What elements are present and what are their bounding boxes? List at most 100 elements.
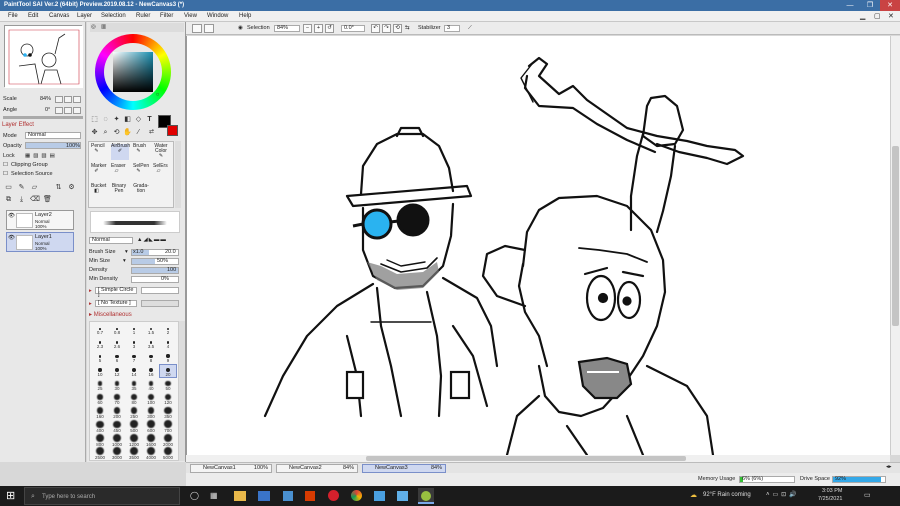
layer-row-layer1[interactable]: 👁 Layer1 Normal 100% <box>6 232 74 252</box>
brush-size-cell[interactable]: 30 <box>109 378 125 391</box>
hscroll-thumb[interactable] <box>366 456 686 461</box>
brush-grid-scrollbar[interactable] <box>175 141 181 208</box>
brush-size-cell[interactable]: 1.5 <box>143 324 159 336</box>
layer-move-icon[interactable]: ⇅ <box>54 183 63 192</box>
menu-window[interactable]: Window <box>207 12 228 21</box>
secondary-color-swatch[interactable] <box>167 125 178 136</box>
opera-icon[interactable] <box>328 490 339 501</box>
brush-size-cell[interactable]: 3500 <box>126 446 142 460</box>
shape-icon[interactable]: ◇ <box>134 115 143 124</box>
new-folder-icon[interactable]: ▱ <box>30 183 39 192</box>
brush-shape-select[interactable]: [ Simple Circle ] <box>95 287 137 298</box>
brush-size-cell[interactable]: 200 <box>109 406 125 419</box>
brush-pencil[interactable]: Pencil ✎ <box>91 144 105 160</box>
swap-colors-icon[interactable]: ⇄ <box>147 128 156 137</box>
miscellaneous-header[interactable]: ▸ Miscellaneous <box>89 312 132 319</box>
brush-size-cell[interactable]: 20 <box>159 363 177 378</box>
calculator-icon[interactable] <box>374 491 385 501</box>
selection-source-checkbox[interactable]: ☐ <box>3 171 8 178</box>
brush-size-cell[interactable]: 25 <box>92 378 108 391</box>
brush-size-cell[interactable]: 300 <box>143 406 159 419</box>
menu-help[interactable]: Help <box>239 12 251 21</box>
rect-select-icon[interactable]: ⬚ <box>90 115 99 124</box>
zoom-tool-icon[interactable]: ⌕ <box>101 128 110 137</box>
store-icon[interactable] <box>258 491 270 501</box>
rotate-ccw-button[interactable]: ↶ <box>371 24 380 33</box>
brush-size-cell[interactable]: 400 <box>92 419 108 433</box>
scale-down-button[interactable] <box>55 96 63 103</box>
brush-size-cell[interactable]: 16 <box>143 365 159 377</box>
brush-size-cell[interactable]: 2 <box>160 324 176 336</box>
deselect-button[interactable] <box>192 24 202 33</box>
magic-wand-icon[interactable]: ✦ <box>112 115 121 124</box>
text-tool-icon[interactable]: T <box>145 115 154 124</box>
lock-icons[interactable]: ▦▨▧▤ <box>25 153 58 160</box>
navigator-slider[interactable] <box>3 116 83 119</box>
sai-taskbar-icon[interactable] <box>418 488 434 504</box>
brush-texture-strength[interactable] <box>141 300 179 307</box>
brush-size-cell[interactable]: 700 <box>160 419 176 433</box>
file-explorer-icon[interactable] <box>234 491 246 501</box>
zoom-in-button[interactable]: + <box>314 24 323 33</box>
visibility-eye-icon[interactable]: 👁 <box>8 213 15 220</box>
clear-layer-icon[interactable]: ⌫ <box>30 195 40 204</box>
brush-brush[interactable]: Brush ✎ <box>133 144 146 160</box>
menu-file[interactable]: File <box>8 12 18 21</box>
brush-eraser[interactable]: Eraser ▱ <box>111 164 126 180</box>
min-size-dropdown-icon[interactable]: ▾ <box>123 258 126 265</box>
brush-size-cell[interactable]: 40 <box>143 378 159 391</box>
hand-tool-icon[interactable]: ✋ <box>123 128 132 137</box>
chrome-icon[interactable] <box>351 490 362 501</box>
task-view-icon[interactable]: ◯ <box>190 492 199 500</box>
flip-icon[interactable]: ⇆ <box>405 25 410 32</box>
angle-field[interactable]: 0.0° <box>341 25 365 32</box>
new-linework-icon[interactable]: ✎ <box>17 183 26 192</box>
brush-size-cell[interactable]: 6 <box>109 351 125 363</box>
brush-size-dropdown-icon[interactable]: ▾ <box>125 249 128 256</box>
brush-size-cell[interactable]: 2.6 <box>109 338 125 350</box>
tabs-scroll-arrows[interactable]: ◂▸ <box>886 464 892 471</box>
tab-newcanvas2[interactable]: NewCanvas2 84% <box>276 464 358 473</box>
task-view-grid-icon[interactable]: ▦ <box>210 492 218 500</box>
canvas-horizontal-scrollbar[interactable] <box>186 455 890 462</box>
mail-icon[interactable] <box>283 491 293 501</box>
angle-reset-button[interactable] <box>73 107 81 114</box>
brush-binary-pen[interactable]: Binary Pen <box>111 184 127 200</box>
brush-size-cell[interactable]: 70 <box>109 392 125 405</box>
navigator-preview[interactable] <box>4 25 83 88</box>
brush-shape-icons[interactable]: ▲◢◣▬▬ <box>137 237 167 244</box>
brush-size-cell[interactable]: 60 <box>92 392 108 405</box>
brush-size-cell[interactable]: 0.8 <box>109 324 125 336</box>
menu-view[interactable]: View <box>184 12 197 21</box>
brush-size-cell[interactable]: 3000 <box>109 446 125 460</box>
brush-size-cell[interactable]: 100 <box>143 392 159 405</box>
angle-up-button[interactable] <box>64 107 72 114</box>
color-picker-marker-icon[interactable]: ○ <box>153 91 162 100</box>
texture-expand-icon[interactable]: ▸ <box>89 301 92 308</box>
menu-edit[interactable]: Edit <box>28 12 38 21</box>
min-density-bar[interactable] <box>131 276 179 283</box>
visibility-eye-icon[interactable]: 👁 <box>8 235 15 242</box>
doc-restore-icon[interactable]: ▢ <box>874 12 881 21</box>
layer-settings-icon[interactable]: ⚙ <box>67 183 76 192</box>
fill-icon[interactable]: ◧ <box>123 115 132 124</box>
brush-size-cell[interactable]: 1600 <box>143 433 159 447</box>
new-layer-icon[interactable]: ▭ <box>4 183 13 192</box>
brush-size-cell[interactable]: 4 <box>160 338 176 350</box>
brush-size-cell[interactable]: 12 <box>109 365 125 377</box>
brush-size-cell[interactable]: 3.5 <box>143 338 159 350</box>
brush-size-cell[interactable]: 50 <box>160 378 176 391</box>
delete-layer-icon[interactable]: 🗑 <box>43 195 52 204</box>
brush-size-cell[interactable]: 120 <box>160 392 176 405</box>
pen-app-icon[interactable] <box>397 491 408 501</box>
saturation-value-square[interactable] <box>113 52 153 92</box>
brush-size-cell[interactable]: 1 <box>126 324 142 336</box>
brush-watercolor[interactable]: Water Color ✎ <box>153 144 169 160</box>
brush-size-cell[interactable]: 5000 <box>160 446 176 460</box>
lasso-icon[interactable]: ◌ <box>101 115 110 124</box>
color-sliders-mode-icon[interactable]: ▥ <box>101 24 106 31</box>
brush-size-cell[interactable]: 4000 <box>143 446 159 460</box>
scale-up-button[interactable] <box>64 96 72 103</box>
doc-close-icon[interactable]: ✕ <box>888 12 894 21</box>
brush-size-cell[interactable]: 80 <box>126 392 142 405</box>
